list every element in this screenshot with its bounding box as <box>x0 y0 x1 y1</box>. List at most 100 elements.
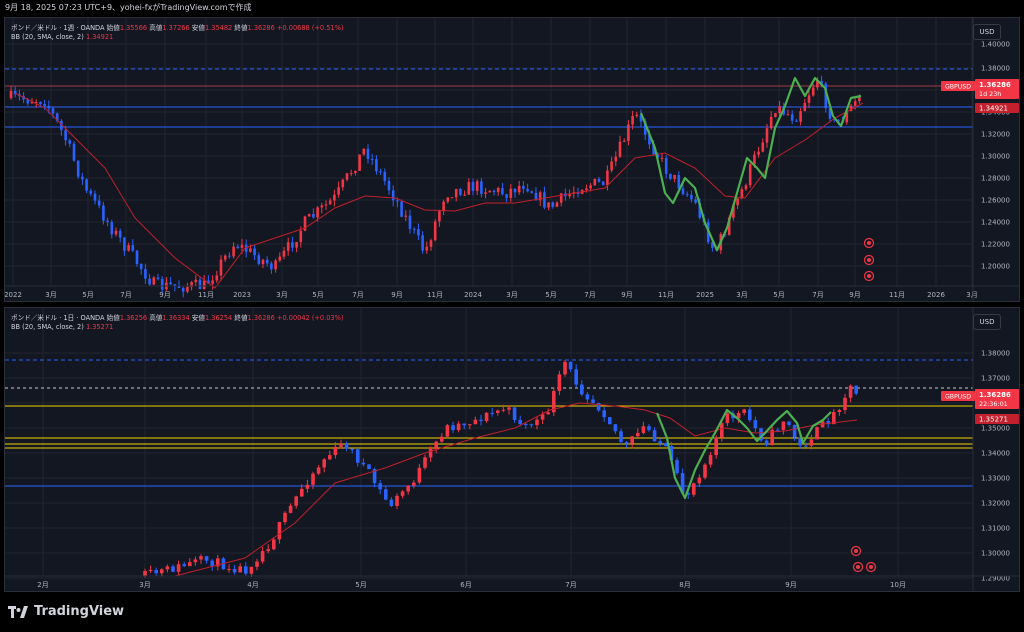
weekly-candle <box>198 279 202 289</box>
weekly-time-tick: 2024 <box>464 291 482 299</box>
weekly-candle <box>144 269 147 279</box>
daily-candle <box>283 512 287 523</box>
daily-candle <box>524 423 528 425</box>
weekly-indicator-name[interactable]: BB (20, SMA, close, 2) <box>11 33 84 41</box>
weekly-candle <box>106 220 109 223</box>
daily-candle <box>636 432 640 437</box>
weekly-candle <box>450 197 454 199</box>
weekly-candle <box>551 202 555 207</box>
weekly-chart-canvas[interactable]: 1.400001.380001.360001.340001.320001.300… <box>5 18 1020 302</box>
weekly-candle <box>543 192 546 208</box>
daily-candle <box>518 419 522 424</box>
daily-candle <box>529 424 534 426</box>
weekly-candle <box>152 277 156 285</box>
daily-candle <box>311 473 315 485</box>
daily-chart-canvas[interactable]: 1.380001.370001.360001.350001.340001.330… <box>5 308 1020 592</box>
daily-time-tick: 4月 <box>247 581 258 589</box>
weekly-candle <box>736 198 739 206</box>
weekly-candle <box>803 102 807 112</box>
daily-candle <box>748 409 752 421</box>
weekly-candle <box>265 259 269 264</box>
weekly-symbol-tag: GBPUSD <box>945 84 971 91</box>
daily-candle <box>406 485 410 492</box>
weekly-candle <box>778 106 781 114</box>
weekly-candle <box>257 255 261 265</box>
weekly-indicator-value: 1.34921 <box>85 33 114 41</box>
daily-candle <box>288 505 293 513</box>
weekly-candle <box>114 230 118 235</box>
daily-candle <box>468 424 472 426</box>
daily-candle <box>490 412 494 414</box>
daily-candle <box>613 424 618 432</box>
weekly-candle <box>148 278 151 285</box>
weekly-candle <box>690 194 693 200</box>
daily-candle <box>412 482 416 486</box>
daily-candle <box>171 566 175 572</box>
weekly-candle <box>522 185 525 189</box>
weekly-candle <box>135 250 139 265</box>
daily-countdown-tag: 22:36:01 <box>979 400 1008 408</box>
tradingview-logo[interactable]: TradingView <box>8 604 124 619</box>
daily-candle <box>720 423 724 438</box>
weekly-countdown-tag: 1d 23h <box>979 90 1001 98</box>
daily-chart-pane[interactable]: 1.380001.370001.360001.350001.340001.330… <box>4 307 1020 592</box>
weekly-chart-pane[interactable]: 1.400001.380001.360001.340001.320001.300… <box>4 17 1020 302</box>
weekly-high: 1.37266 <box>162 24 190 32</box>
daily-symbol[interactable]: ポンド／米ドル · 1日 · OANDA <box>11 314 105 322</box>
daily-candle <box>350 448 354 450</box>
daily-indicator-name[interactable]: BB (20, SMA, close, 2) <box>11 323 84 331</box>
weekly-candle <box>463 194 466 196</box>
daily-low-label: 安値 <box>191 314 205 322</box>
weekly-candle <box>228 255 231 257</box>
daily-candle <box>210 560 214 567</box>
weekly-candle <box>593 178 597 186</box>
daily-candle <box>227 568 231 570</box>
daily-candle <box>143 571 147 576</box>
weekly-time-tick: 2026 <box>927 291 945 299</box>
weekly-candle <box>622 140 626 142</box>
weekly-candle <box>362 148 366 155</box>
weekly-candle <box>454 188 458 198</box>
daily-low: 1.36254 <box>204 314 233 322</box>
weekly-candle <box>417 229 420 236</box>
weekly-candle <box>349 173 353 175</box>
weekly-candle <box>425 246 429 251</box>
daily-time-tick: 2月 <box>37 581 48 589</box>
weekly-price-tick: 1.26000 <box>981 197 1010 205</box>
daily-candle <box>854 385 858 394</box>
weekly-candle <box>438 211 441 222</box>
daily-currency-button[interactable]: USD <box>973 314 1001 330</box>
weekly-candle <box>606 170 609 186</box>
weekly-symbol[interactable]: ポンド／米ドル · 1週 · OANDA <box>11 24 105 32</box>
weekly-time-tick: 2022 <box>5 291 22 299</box>
weekly-candle <box>160 279 164 290</box>
weekly-candle <box>139 264 143 270</box>
daily-candle <box>255 561 259 567</box>
weekly-candle <box>72 143 76 161</box>
daily-candle <box>434 441 438 449</box>
weekly-currency-button[interactable]: USD <box>973 24 1001 40</box>
weekly-candle <box>774 113 777 117</box>
weekly-candle <box>219 259 223 276</box>
weekly-close-label: 終値 <box>234 24 248 32</box>
weekly-candle <box>673 174 676 179</box>
weekly-candle <box>807 95 811 103</box>
daily-candle <box>787 421 791 425</box>
weekly-candle <box>89 190 93 194</box>
weekly-price-tick: 1.28000 <box>981 175 1010 183</box>
weekly-candle <box>181 287 185 292</box>
weekly-price-tick: 1.40000 <box>981 41 1010 49</box>
daily-candle <box>540 414 545 420</box>
weekly-time-tick: 5月 <box>312 291 323 299</box>
weekly-candle <box>328 200 332 205</box>
weekly-candle <box>761 142 765 152</box>
weekly-candle <box>337 187 340 195</box>
daily-candle <box>428 448 433 458</box>
daily-candle <box>417 467 422 483</box>
footer: TradingView <box>0 596 1024 632</box>
daily-candle <box>188 562 192 567</box>
daily-candle <box>423 457 427 468</box>
daily-candle <box>535 419 539 426</box>
daily-candle <box>591 399 595 403</box>
weekly-candle <box>312 214 315 218</box>
